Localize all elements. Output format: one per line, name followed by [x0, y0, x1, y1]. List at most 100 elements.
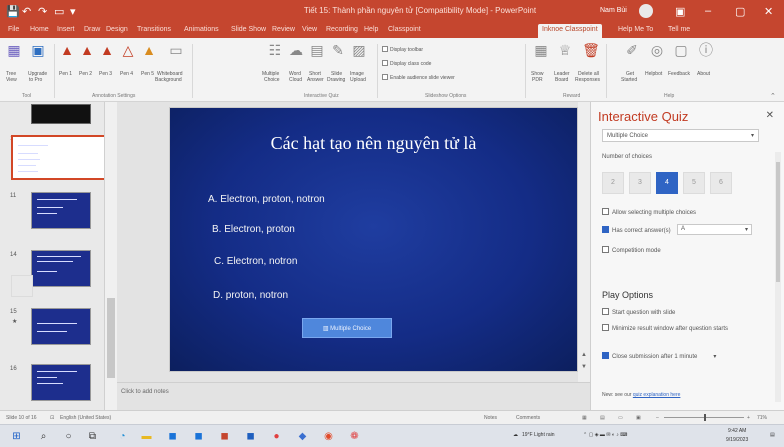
slide-thumbnail-partial[interactable] — [31, 104, 91, 124]
zoom-out-icon[interactable]: – — [656, 415, 659, 421]
tab-help-me-to[interactable]: Help Me To — [618, 26, 653, 33]
chevron-down-icon[interactable]: ▾ — [713, 354, 716, 360]
tab-insert[interactable]: Insert — [57, 26, 75, 33]
slide-thumbnail[interactable] — [31, 192, 91, 229]
helpbot-icon[interactable]: ◎ — [646, 42, 668, 58]
weather-text[interactable]: 19°F Light rain — [522, 432, 555, 438]
thumbnail-scrollbar[interactable] — [104, 102, 117, 410]
close-icon[interactable]: ✕ — [764, 5, 773, 18]
answer-option-d[interactable]: D. proton, notron — [213, 290, 288, 301]
short-answer-icon[interactable]: ▤ — [306, 42, 328, 58]
display-toolbar-option[interactable]: Display toolbar — [382, 46, 423, 53]
slide-thumbnail[interactable] — [31, 308, 91, 345]
tray-icons[interactable]: ⌃ ▢ ◈ ▬ ✉ ◐ ♪ ⌨ — [583, 432, 627, 438]
tab-inknoe-classpoint[interactable]: Inknoe Classpoint — [538, 24, 602, 38]
scroll-down-icon[interactable]: ▼ — [581, 364, 587, 370]
start-with-slide-option[interactable]: Start question with slide — [602, 308, 675, 316]
reading-view-icon[interactable]: ▭ — [618, 415, 623, 421]
collapse-ribbon-icon[interactable]: ⌃ — [770, 92, 776, 100]
tab-home[interactable]: Home — [30, 26, 49, 33]
zoom-in-icon[interactable]: + — [747, 415, 750, 421]
tab-help[interactable]: Help — [364, 26, 378, 33]
customize-icon[interactable]: ▾ — [70, 5, 76, 18]
task-view-icon[interactable]: ⧉ — [86, 430, 99, 443]
slide[interactable]: Các hạt tạo nên nguyên tử là A. Electron… — [170, 108, 577, 371]
cortana-icon[interactable]: ○ — [62, 430, 75, 443]
checkbox-checked-icon[interactable] — [602, 352, 609, 359]
word-icon[interactable]: ◼ — [244, 430, 257, 443]
pen-4-icon[interactable]: △ — [117, 42, 139, 58]
zalo-icon[interactable]: ◆ — [296, 430, 309, 443]
minimize-window-option[interactable]: Minimize result window after question st… — [602, 324, 772, 332]
close-icon[interactable]: ✕ — [766, 110, 774, 121]
checkbox-icon[interactable] — [602, 308, 609, 315]
slide-thumbnail[interactable] — [31, 364, 91, 401]
delete-icon[interactable]: 🗑 — [580, 42, 602, 58]
panel-scrollbar[interactable] — [775, 152, 781, 402]
slide-sorter-icon[interactable]: ▤ — [600, 415, 605, 421]
pen-2-icon[interactable]: ▲ — [76, 42, 98, 58]
choice-count-5[interactable]: 5 — [683, 172, 705, 194]
checkbox-icon[interactable] — [602, 208, 609, 215]
pen-3-icon[interactable]: ▲ — [96, 42, 118, 58]
tab-review[interactable]: Review — [272, 26, 295, 33]
weather-icon[interactable]: ☁ — [513, 432, 518, 438]
slideshow-icon[interactable]: ▣ — [636, 415, 641, 421]
checkbox-icon[interactable] — [602, 246, 609, 253]
choice-count-3[interactable]: 3 — [629, 172, 651, 194]
word-cloud-icon[interactable]: ☁ — [285, 42, 307, 58]
pinned-app-icon[interactable]: ❁ — [348, 430, 361, 443]
tab-classpoint[interactable]: Classpoint — [388, 26, 421, 33]
multiple-choice-button[interactable]: ▥ Multiple Choice — [302, 318, 392, 338]
clock-date[interactable]: 9/19/2023 — [726, 437, 748, 443]
redo-icon[interactable]: ↷ — [38, 5, 47, 18]
normal-view-icon[interactable]: ▦ — [582, 415, 587, 421]
get-started-icon[interactable]: ✐ — [621, 42, 643, 58]
zoom-level[interactable]: 71% — [757, 415, 767, 421]
undo-icon[interactable]: ↶ — [22, 5, 31, 18]
tab-transitions[interactable]: Transitions — [137, 26, 171, 33]
explanation-link[interactable]: quiz explanation here — [633, 392, 681, 398]
slide-thumbnail[interactable] — [31, 250, 91, 287]
scroll-thumb[interactable] — [776, 162, 780, 282]
mail-icon[interactable]: ◼ — [192, 430, 205, 443]
avatar[interactable] — [639, 4, 653, 18]
store-icon[interactable]: ◼ — [166, 430, 179, 443]
file-explorer-icon[interactable]: ▬ — [140, 430, 153, 443]
answer-option-b[interactable]: B. Electron, proton — [212, 224, 295, 235]
tab-design[interactable]: Design — [106, 26, 128, 33]
notes-pane[interactable]: Click to add notes — [117, 382, 590, 410]
show-icon[interactable]: ▦ — [530, 42, 552, 58]
ribbon-display-icon[interactable]: ▣ — [675, 5, 685, 18]
language[interactable]: English (United States) — [60, 415, 111, 421]
checkbox-checked-icon[interactable] — [602, 226, 609, 233]
correct-answer-select[interactable]: A ▾ — [677, 224, 752, 235]
image-upload-icon[interactable]: ▨ — [348, 42, 370, 58]
audience-slide-viewer-option[interactable]: Enable audience slide viewer — [382, 74, 455, 81]
choice-count-4[interactable]: 4 — [656, 172, 678, 194]
chrome-icon[interactable]: ◉ — [322, 430, 335, 443]
tree-view-icon[interactable]: ▦ — [3, 42, 25, 58]
pen-1-icon[interactable]: ▲ — [56, 42, 78, 58]
choice-count-2[interactable]: 2 — [602, 172, 624, 194]
allow-multiple-option[interactable]: Allow selecting multiple choices — [602, 208, 696, 216]
close-submission-option[interactable]: Close submission after 1 minute ▾ — [602, 352, 716, 360]
display-class-code-option[interactable]: Display class code — [382, 60, 431, 67]
slide-drawing-icon[interactable]: ✎ — [327, 42, 349, 58]
question-type-select[interactable]: Multiple Choice ▾ — [602, 129, 759, 142]
tab-view[interactable]: View — [302, 26, 317, 33]
windows-start-icon[interactable]: ⊞ — [10, 430, 23, 443]
answer-option-a[interactable]: A. Electron, proton, notron — [208, 194, 325, 205]
powerpoint-icon[interactable]: ◼ — [218, 430, 231, 443]
multiple-choice-icon[interactable]: ☷ — [264, 42, 286, 58]
clock-time[interactable]: 9:42 AM — [728, 428, 746, 434]
tab-animations[interactable]: Animations — [184, 26, 219, 33]
search-icon[interactable]: ⌕ — [37, 430, 50, 443]
choice-count-6[interactable]: 6 — [710, 172, 732, 194]
leaderboard-icon[interactable]: ♕ — [554, 42, 576, 58]
scroll-up-icon[interactable]: ▲ — [581, 352, 587, 358]
tab-file[interactable]: File — [8, 26, 19, 33]
edge-icon[interactable]: ◔ — [116, 430, 129, 443]
maximize-icon[interactable]: ▢ — [735, 5, 745, 18]
slide-title[interactable]: Các hạt tạo nên nguyên tử là — [170, 133, 577, 154]
